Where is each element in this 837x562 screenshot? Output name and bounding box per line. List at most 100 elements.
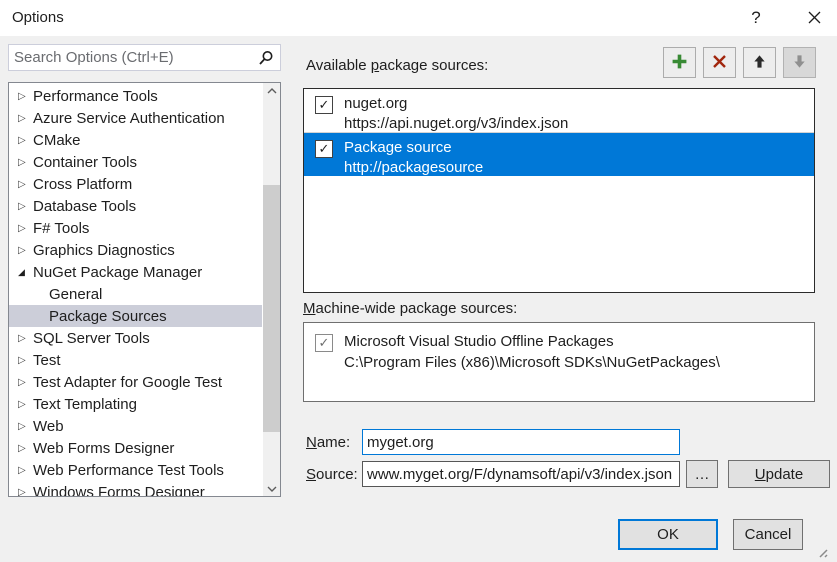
tree-item-label: Test Adapter for Google Test — [33, 373, 223, 391]
sidebar-item-fsharp-tools[interactable]: ▷ F# Tools — [9, 217, 262, 239]
name-input[interactable] — [362, 429, 680, 455]
source-label: Source: — [306, 466, 358, 483]
sidebar-item-cmake[interactable]: ▷ CMake — [9, 129, 262, 151]
tree-item-label: Database Tools — [33, 197, 137, 215]
sidebar-item-sql-server-tools[interactable]: ▷ SQL Server Tools — [9, 327, 262, 349]
check-icon: ✓ — [318, 141, 330, 156]
sidebar-item-cross-platform[interactable]: ▷ Cross Platform — [9, 173, 262, 195]
collapse-arrow-icon: ▷ — [18, 442, 26, 454]
sidebar-item-windows-forms-designer[interactable]: ▷ Windows Forms Designer — [9, 481, 262, 497]
move-up-button[interactable] — [743, 47, 776, 78]
sidebar-item-database-tools[interactable]: ▷ Database Tools — [9, 195, 262, 217]
up-arrow-icon — [752, 54, 767, 72]
ellipsis-icon: … — [694, 465, 710, 483]
collapse-arrow-icon: ▷ — [18, 112, 26, 124]
sidebar-scrollbar[interactable] — [263, 83, 280, 496]
sidebar-item-azure-service-authentication[interactable]: ▷ Azure Service Authentication — [9, 107, 262, 129]
tree-item-label: NuGet Package Manager — [33, 263, 203, 281]
tree-item-label: Graphics Diagnostics — [33, 241, 175, 259]
source-url: http://packagesource — [344, 159, 484, 176]
collapse-arrow-icon: ▷ — [18, 200, 26, 212]
collapse-arrow-icon: ▷ — [18, 486, 26, 497]
x-icon — [712, 54, 727, 72]
collapse-arrow-icon: ▷ — [18, 90, 26, 102]
tree-item-label: Package Sources — [49, 307, 167, 325]
source-input[interactable] — [362, 461, 680, 487]
collapse-arrow-icon: ▷ — [18, 134, 26, 146]
available-sources-label: Available package sources: — [306, 57, 489, 74]
sidebar-item-nuget-general[interactable]: General — [9, 283, 262, 305]
collapse-arrow-icon: ▷ — [18, 222, 26, 234]
sidebar-item-web-performance-test-tools[interactable]: ▷ Web Performance Test Tools — [9, 459, 262, 481]
package-source-list: ✓ nuget.org https://api.nuget.org/v3/inde… — [303, 88, 815, 293]
cancel-button[interactable]: Cancel — [733, 519, 803, 550]
down-arrow-icon — [792, 54, 807, 72]
sidebar-item-container-tools[interactable]: ▷ Container Tools — [9, 151, 262, 173]
search-box — [8, 44, 281, 71]
sidebar-item-test-adapter-for-google-test[interactable]: ▷ Test Adapter for Google Test — [9, 371, 262, 393]
collapse-arrow-icon: ▷ — [18, 156, 26, 168]
tree-item-label: Windows Forms Designer — [33, 483, 205, 497]
title-bar: Options ? — [0, 0, 837, 36]
check-icon: ✓ — [318, 335, 330, 350]
check-icon: ✓ — [318, 97, 330, 112]
scrollbar-thumb[interactable] — [263, 185, 280, 432]
resize-grip-icon[interactable] — [814, 544, 828, 562]
sidebar-item-text-templating[interactable]: ▷ Text Templating — [9, 393, 262, 415]
update-button[interactable]: Update — [728, 460, 830, 488]
source-enabled-checkbox[interactable]: ✓ — [315, 334, 333, 352]
add-source-button[interactable] — [663, 47, 696, 78]
scroll-up-button[interactable] — [263, 83, 280, 98]
plus-icon — [671, 53, 688, 73]
remove-source-button[interactable] — [703, 47, 736, 78]
tree-item-label: Web Forms Designer — [33, 439, 175, 457]
collapse-arrow-icon: ▷ — [18, 464, 26, 476]
source-path: C:\Program Files (x86)\Microsoft SDKs\Nu… — [344, 354, 720, 371]
collapse-arrow-icon: ▷ — [18, 178, 26, 190]
sidebar-item-performance-tools[interactable]: ▷ Performance Tools — [9, 85, 262, 107]
collapse-arrow-icon: ▷ — [18, 332, 26, 344]
sidebar-item-nuget-package-manager[interactable]: ◢ NuGet Package Manager — [9, 261, 262, 283]
source-name: Package source — [344, 139, 452, 156]
help-button[interactable]: ? — [744, 5, 768, 31]
tree-item-label: Test — [33, 351, 61, 369]
machine-sources-label: Machine-wide package sources: — [303, 300, 518, 317]
tree-item-label: F# Tools — [33, 219, 90, 237]
sidebar-item-graphics-diagnostics[interactable]: ▷ Graphics Diagnostics — [9, 239, 262, 261]
search-icon — [258, 50, 274, 70]
search-input[interactable] — [14, 46, 249, 69]
scroll-down-button[interactable] — [263, 481, 280, 496]
source-name: nuget.org — [344, 95, 408, 112]
source-url: https://api.nuget.org/v3/index.json — [344, 115, 569, 132]
source-enabled-checkbox[interactable]: ✓ — [315, 96, 333, 114]
sidebar-item-nuget-package-sources[interactable]: Package Sources — [9, 305, 262, 327]
close-button[interactable] — [800, 7, 828, 31]
machine-source-list: ✓ Microsoft Visual Studio Offline Packag… — [303, 322, 815, 402]
browse-button[interactable]: … — [686, 460, 718, 488]
name-label: Name: — [306, 434, 351, 451]
source-enabled-checkbox[interactable]: ✓ — [315, 140, 333, 158]
tree-item-label: Azure Service Authentication — [33, 109, 225, 127]
collapse-arrow-icon: ▷ — [18, 420, 26, 432]
options-tree: ▷ Performance Tools ▷ Azure Service Authen… — [8, 82, 281, 497]
tree-item-label: Cross Platform — [33, 175, 133, 193]
sidebar-item-web[interactable]: ▷ Web — [9, 415, 262, 437]
source-name: Microsoft Visual Studio Offline Packages — [344, 333, 614, 350]
tree-item-label: Text Templating — [33, 395, 137, 413]
tree-item-label: CMake — [33, 131, 81, 149]
ok-button[interactable]: OK — [618, 519, 718, 550]
window-title: Options — [12, 9, 64, 26]
collapse-arrow-icon: ▷ — [18, 354, 26, 366]
tree-item-label: SQL Server Tools — [33, 329, 150, 347]
machine-source-row[interactable]: ✓ Microsoft Visual Studio Offline Packag… — [304, 323, 814, 373]
help-icon: ? — [751, 8, 761, 27]
tree-item-label: Container Tools — [33, 153, 137, 171]
move-down-button[interactable] — [783, 47, 816, 78]
sidebar-item-web-forms-designer[interactable]: ▷ Web Forms Designer — [9, 437, 262, 459]
sidebar-item-test[interactable]: ▷ Test — [9, 349, 262, 371]
package-source-row-nuget-org[interactable]: ✓ nuget.org https://api.nuget.org/v3/inde… — [304, 89, 814, 133]
package-source-row-package-source[interactable]: ✓ Package source http://packagesource — [304, 133, 814, 176]
tree-item-label: Performance Tools — [33, 87, 158, 105]
collapse-arrow-icon: ▷ — [18, 398, 26, 410]
collapse-arrow-icon: ▷ — [18, 376, 26, 388]
